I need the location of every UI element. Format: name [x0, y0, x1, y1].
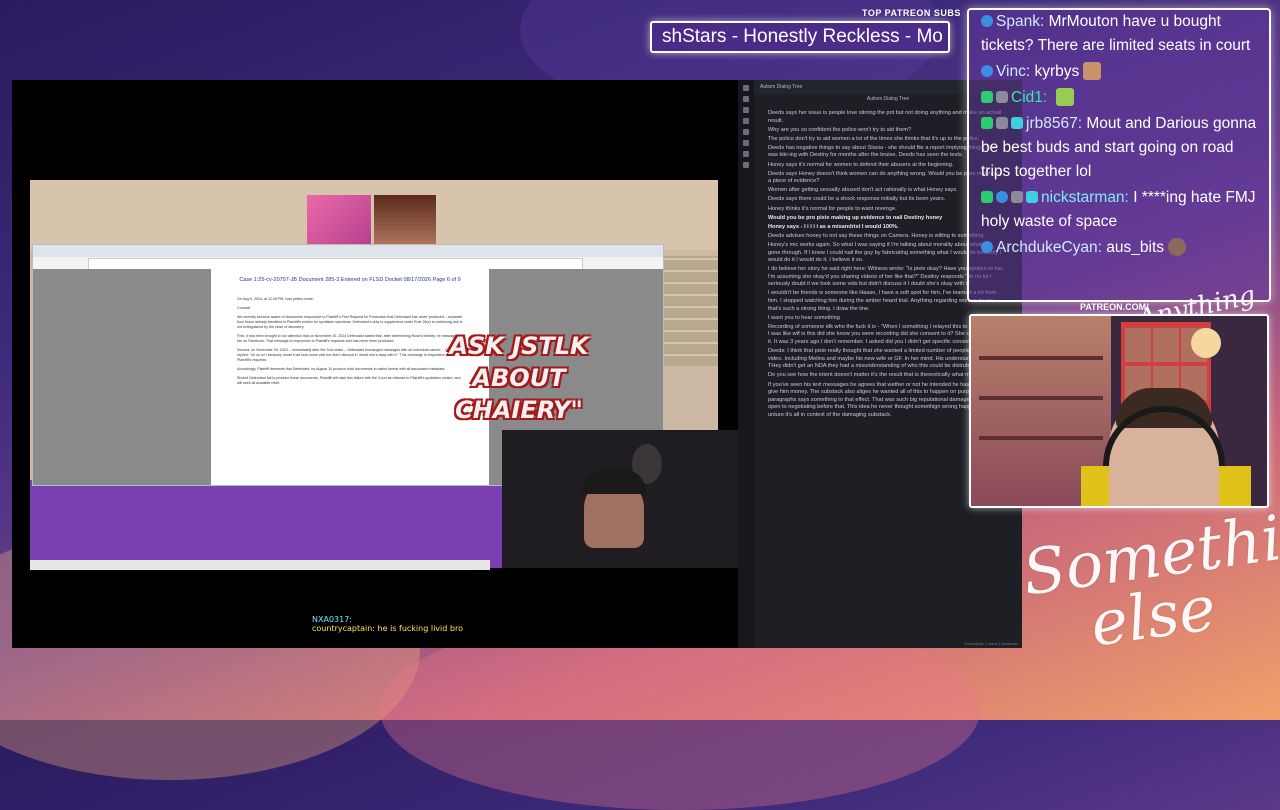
notes-sidebar-rail [738, 80, 754, 648]
chat-badge-icon [1011, 191, 1023, 203]
wall-texture [664, 256, 718, 366]
shelf-board [979, 436, 1103, 440]
chat-message: Spank: MrMouton have u bought tickets? T… [969, 10, 1269, 60]
browser-tab-bar[interactable] [33, 245, 663, 257]
chat-message: ArchdukeCyan: aus_bits [969, 236, 1269, 262]
chat-badge-icon [981, 65, 993, 77]
shelf-board [979, 356, 1103, 360]
command-icon[interactable] [743, 151, 749, 157]
guest-hat [582, 470, 646, 494]
document-line: On Aug 6, 2024, at 12:28 PM, Ivan peters… [237, 297, 314, 301]
bookcase-cell [1125, 328, 1151, 362]
something-else-logo: Something else [1018, 490, 1280, 663]
overlay-chat-user: NXA0317: [312, 615, 352, 624]
shelf-board [979, 396, 1103, 400]
bookmark-icon[interactable] [743, 107, 749, 113]
stream-chat: Spank: MrMouton have u bought tickets? T… [967, 8, 1271, 302]
chat-username[interactable]: Vinc: [996, 63, 1030, 80]
document-line: First, it has been brought to our attent… [237, 334, 459, 343]
chat-text: aus_bits [1106, 239, 1165, 256]
notes-status-bar: 0 backlinks 1 word 1 character [963, 641, 1018, 646]
chat-badge-icon [1026, 191, 1038, 203]
overlay-chat-user: countrycaptain: [312, 624, 375, 633]
search-icon[interactable] [743, 96, 749, 102]
chat-badge-icon [1011, 117, 1023, 129]
chat-emote-icon [1083, 62, 1102, 80]
top-subs-label: TOP PATREON SUBS [862, 8, 961, 18]
chat-emote-icon [1168, 238, 1187, 256]
document-line: Accordingly, Plaintiff demands that Defe… [237, 367, 446, 371]
document-line: Should Defendant fail to produce these d… [237, 376, 461, 385]
chat-badge-icon [981, 117, 993, 129]
chat-badge-icon [996, 117, 1008, 129]
document-line: Counsel: [237, 306, 252, 310]
taskbar [30, 560, 490, 570]
chat-message: Cid1: [969, 86, 1269, 112]
document-line: Second, on November 29, 2024 -- immediat… [237, 348, 462, 362]
overlay-chat-line: countrycaptain: he is fucking livid bro [312, 624, 463, 633]
mascot-icon [1191, 328, 1221, 358]
guest-webcam [502, 430, 738, 568]
document-line: We recently became aware of documents re… [237, 315, 463, 329]
chat-username[interactable]: nickstarman: [1041, 189, 1129, 206]
chat-message: nickstarman: I ****ing hate FMJ holy was… [969, 186, 1269, 236]
chat-message: jrb8567: Mout and Darious gonna be best … [969, 112, 1269, 186]
chat-username[interactable]: Spank: [996, 13, 1044, 30]
chat-username[interactable]: ArchdukeCyan: [996, 239, 1102, 256]
chat-badge-icon [981, 91, 993, 103]
streamer-webcam [969, 314, 1269, 508]
overlay-chat-text: he is fucking livid bro [377, 624, 463, 633]
chat-message: Vinc: kyrbys [969, 60, 1269, 86]
calendar-icon[interactable] [743, 129, 749, 135]
chat-badge-icon [981, 191, 993, 203]
bookcase-cell [1153, 328, 1179, 362]
chat-badge-icon [981, 241, 993, 253]
chat-badge-icon [996, 91, 1008, 103]
chat-emote-icon [1055, 88, 1074, 106]
overlay-caption: ASK JSTLK ABOUT CHAIERY" [449, 332, 589, 424]
chat-badge-icon [996, 191, 1008, 203]
top-subs-marquee: shStars - Honestly Reckless - Mo [650, 21, 950, 53]
chat-text: kyrbys [1034, 63, 1080, 80]
chat-username[interactable]: Cid1: [1011, 89, 1047, 106]
video-chat-overlay: NXA0317: countrycaptain: he is fucking l… [312, 615, 463, 633]
document-header: Case 1:25-cv-20757-JB Document 285-3 Ent… [239, 277, 461, 283]
main-video[interactable]: Case 1:25-cv-20757-JB Document 285-3 Ent… [12, 80, 738, 648]
top-subs-text: shStars - Honestly Reckless - Mo [662, 26, 943, 47]
graph-icon[interactable] [743, 118, 749, 124]
files-icon[interactable] [743, 85, 749, 91]
publish-icon[interactable] [743, 162, 749, 168]
template-icon[interactable] [743, 140, 749, 146]
chat-username[interactable]: jrb8567: [1026, 115, 1082, 132]
chat-badge-icon [981, 15, 993, 27]
